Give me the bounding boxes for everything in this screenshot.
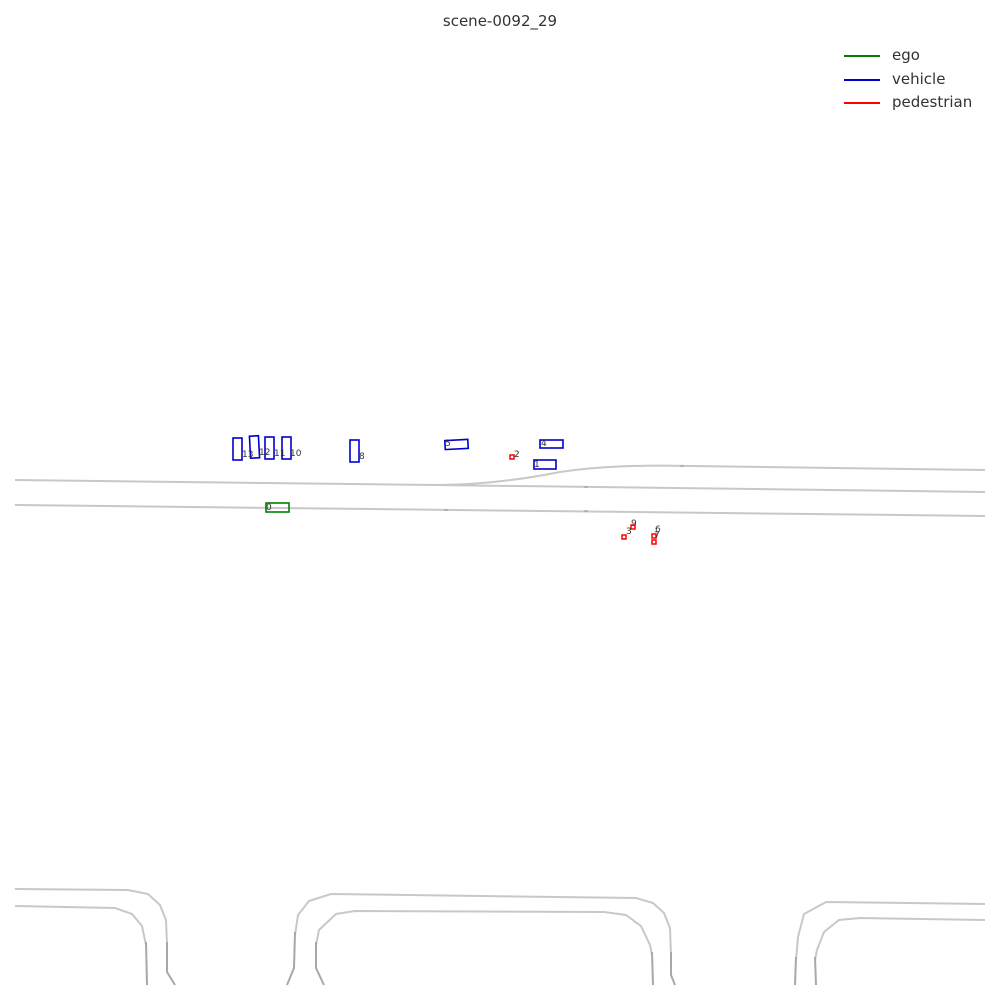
lane-line-ends — [145, 931, 817, 986]
agent-labels: 0 1 2 3 4 5 6 7 8 9 10 11 12 13 — [242, 439, 661, 541]
lane-line — [294, 892, 672, 956]
lane-line — [814, 916, 986, 961]
scene-map: 0 1 2 3 4 5 6 7 8 9 10 11 12 13 — [14, 434, 986, 986]
agent-label: 10 — [290, 449, 302, 459]
agent-label: 11 — [274, 449, 285, 459]
agent-label: 1 — [534, 460, 540, 470]
agent-label: 13 — [242, 450, 253, 460]
agent-label: 12 — [259, 448, 270, 458]
lane-line — [434, 484, 986, 493]
agent-label: 9 — [631, 519, 637, 529]
lane-line — [145, 941, 148, 986]
lane-line — [14, 464, 986, 487]
lane-line — [651, 951, 654, 986]
vehicle-box — [349, 439, 360, 463]
agent-label: 4 — [541, 439, 547, 449]
lane-line — [166, 942, 176, 986]
vehicle-box — [232, 437, 243, 461]
lane-line — [670, 952, 676, 986]
agent-label-ego: 0 — [266, 503, 272, 513]
lane-line — [286, 931, 296, 986]
lane-line — [14, 504, 986, 517]
lane-lines — [14, 464, 986, 961]
lane-line — [315, 909, 653, 956]
lane-line — [315, 942, 325, 986]
agent-label: 8 — [359, 452, 365, 462]
lane-line — [794, 956, 797, 986]
agent-label: 7 — [654, 531, 660, 541]
lane-line — [14, 905, 147, 946]
agent-label: 2 — [514, 450, 520, 460]
agent-label: 5 — [445, 439, 451, 449]
lane-line — [814, 956, 817, 986]
